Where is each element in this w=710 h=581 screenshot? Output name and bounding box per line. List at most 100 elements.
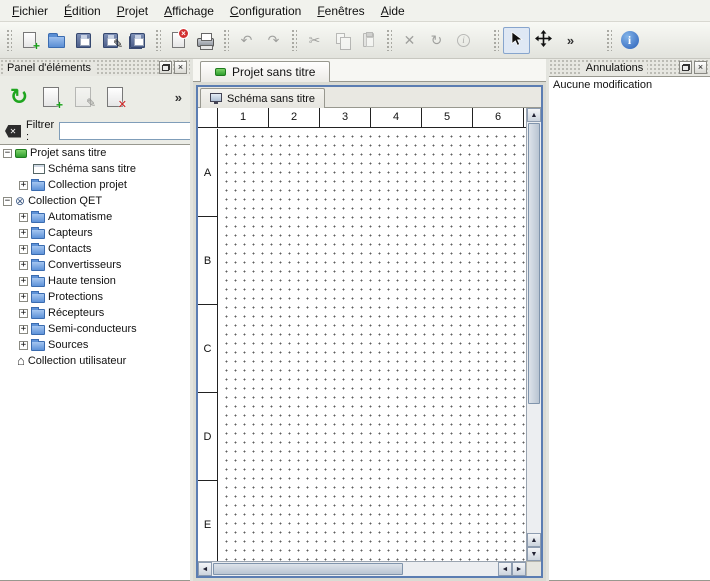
menu-fenetres[interactable]: Fenêtres (309, 1, 372, 21)
undo-panel-title: Annulations (582, 62, 648, 74)
undo-button[interactable]: ↶ (233, 27, 260, 54)
expand-icon[interactable]: + (19, 213, 28, 222)
menu-edition[interactable]: Édition (56, 1, 109, 21)
cut-button[interactable]: ✂ (301, 27, 328, 54)
pan-view-button[interactable] (530, 27, 557, 54)
toolbar-drag-handle[interactable] (493, 29, 499, 51)
expand-icon[interactable]: + (19, 245, 28, 254)
new-element-button[interactable]: + (36, 82, 66, 112)
tree-item-automatisme[interactable]: + Automatisme (0, 209, 190, 225)
tree-item-collection-utilisateur[interactable]: ⌂ Collection utilisateur (0, 353, 190, 369)
horizontal-scrollbar[interactable]: ◄ ◄ ► (198, 561, 526, 576)
tree-item-haute-tension[interactable]: + Haute tension (0, 273, 190, 289)
tree-item-contacts[interactable]: + Contacts (0, 241, 190, 257)
reload-collections-button[interactable]: ↻ (4, 82, 34, 112)
folder-icon (31, 245, 45, 255)
mdi-viewport: Schéma sans titre 1 2 3 4 5 (193, 82, 546, 581)
save-as-button[interactable]: ✎ (97, 27, 124, 54)
undo-list-item[interactable]: Aucune modification (549, 77, 710, 93)
tree-item-semi-conducteurs[interactable]: + Semi-conducteurs (0, 321, 190, 337)
toolbar-drag-handle[interactable] (6, 29, 12, 51)
close-document-icon: × (172, 32, 185, 48)
tab-projet-sans-titre[interactable]: Projet sans titre (200, 61, 330, 82)
pencil-icon: ✎ (86, 96, 96, 110)
tree-item-recepteurs[interactable]: + Récepteurs (0, 305, 190, 321)
collapse-icon[interactable]: − (3, 197, 12, 206)
expand-icon[interactable]: + (19, 277, 28, 286)
cut-icon: ✂ (309, 33, 321, 47)
redo-button[interactable]: ↷ (260, 27, 287, 54)
float-panel-button[interactable] (679, 61, 692, 74)
panel-overflow-button[interactable]: » (175, 90, 182, 105)
menu-fichier[interactable]: Fichier (4, 1, 56, 21)
new-element-icon: + (43, 87, 59, 107)
about-button[interactable]: i (616, 27, 643, 54)
scroll-up-button-bottom[interactable]: ▲ (527, 533, 541, 547)
toolbar-drag-handle[interactable] (291, 29, 297, 51)
scroll-left-button[interactable]: ◄ (198, 562, 212, 576)
qelectrotech-window: Fichier Édition Projet Affichage Configu… (0, 0, 710, 581)
toolbar-overflow-button[interactable]: » (557, 27, 584, 54)
delete-element-button[interactable]: ✕ (100, 82, 130, 112)
edit-element-button[interactable]: ✎ (68, 82, 98, 112)
horizontal-scrollbar-thumb[interactable] (213, 563, 403, 575)
vertical-scrollbar-thumb[interactable] (528, 123, 540, 404)
undo-panel-titlebar[interactable]: Annulations × (549, 59, 710, 76)
tree-item-scheme[interactable]: Schéma sans titre (0, 161, 190, 177)
menu-bar: Fichier Édition Projet Affichage Configu… (0, 0, 710, 22)
filter-input[interactable] (59, 122, 207, 140)
float-panel-button[interactable] (159, 61, 172, 74)
save-button[interactable] (70, 27, 97, 54)
tree-item-protections[interactable]: + Protections (0, 289, 190, 305)
expand-icon[interactable]: + (19, 181, 28, 190)
scroll-left-button-right[interactable]: ◄ (498, 562, 512, 576)
collapse-icon[interactable]: − (3, 149, 12, 158)
toolbar-drag-handle[interactable] (606, 29, 612, 51)
open-document-button[interactable] (43, 27, 70, 54)
undo-icon: ↶ (241, 33, 253, 47)
close-panel-button[interactable]: × (174, 61, 187, 74)
expand-icon[interactable]: + (19, 341, 28, 350)
scroll-right-button[interactable]: ► (512, 562, 526, 576)
menu-affichage[interactable]: Affichage (156, 1, 222, 21)
clear-filter-icon[interactable]: ✕ (5, 125, 21, 138)
close-document-button[interactable]: × (165, 27, 192, 54)
expand-icon[interactable]: + (19, 293, 28, 302)
tree-item-collection-projet[interactable]: + Collection projet (0, 177, 190, 193)
menu-aide[interactable]: Aide (373, 1, 413, 21)
vertical-scrollbar[interactable]: ▲ ▲ ▼ (526, 108, 541, 561)
expand-icon[interactable]: + (19, 309, 28, 318)
expand-icon[interactable]: + (19, 325, 28, 334)
element-info-button[interactable]: i (450, 27, 477, 54)
tab-schema-sans-titre[interactable]: Schéma sans titre (200, 88, 325, 108)
expand-icon[interactable]: + (19, 261, 28, 270)
menu-configuration[interactable]: Configuration (222, 1, 309, 21)
scroll-up-button[interactable]: ▲ (527, 108, 541, 122)
rotate-button[interactable]: ↻ (423, 27, 450, 54)
elements-panel-titlebar[interactable]: Panel d'éléments × (0, 59, 190, 76)
toolbar-drag-handle[interactable] (155, 29, 161, 51)
tree-item-capteurs[interactable]: + Capteurs (0, 225, 190, 241)
copy-button[interactable] (328, 27, 355, 54)
print-button[interactable] (192, 27, 219, 54)
paste-button[interactable] (355, 27, 382, 54)
save-all-button[interactable] (124, 27, 151, 54)
schematic-grid-canvas[interactable] (219, 129, 526, 561)
new-document-button[interactable]: + (16, 27, 43, 54)
selection-mode-button[interactable] (503, 27, 530, 54)
toolbar-drag-handle[interactable] (223, 29, 229, 51)
close-panel-button[interactable]: × (694, 61, 707, 74)
tree-item-project[interactable]: − Projet sans titre (0, 145, 190, 161)
close-badge-icon: × (178, 28, 189, 39)
scheme-canvas-area: 1 2 3 4 5 6 A B C D (198, 108, 526, 561)
tree-item-sources[interactable]: + Sources (0, 337, 190, 353)
arrow-right-icon: ► (516, 566, 523, 573)
tree-item-convertisseurs[interactable]: + Convertisseurs (0, 257, 190, 273)
qet-collection-icon: ⊗ (15, 196, 25, 207)
scroll-down-button[interactable]: ▼ (527, 547, 541, 561)
tree-item-collection-qet[interactable]: − ⊗ Collection QET (0, 193, 190, 209)
menu-projet[interactable]: Projet (109, 1, 156, 21)
delete-button[interactable]: ✕ (396, 27, 423, 54)
toolbar-drag-handle[interactable] (386, 29, 392, 51)
expand-icon[interactable]: + (19, 229, 28, 238)
